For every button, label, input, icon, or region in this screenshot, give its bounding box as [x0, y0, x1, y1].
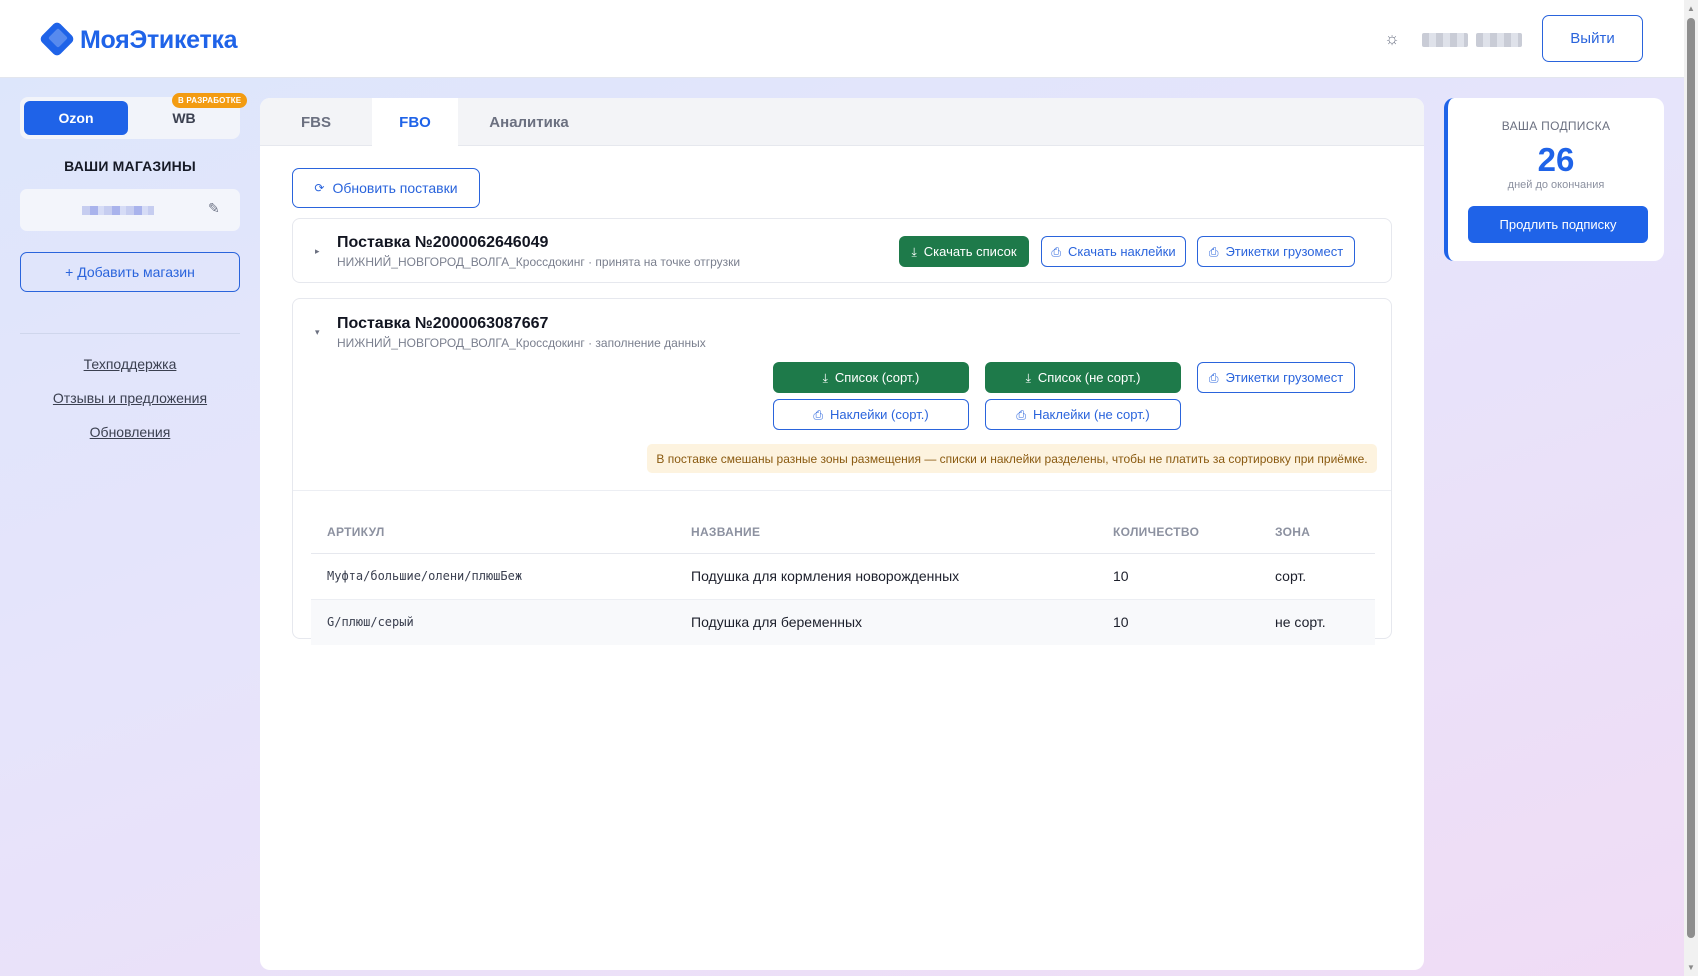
- supply-subtitle: НИЖНИЙ_НОВГОРОД_ВОЛГА_Кроссдокинг · прин…: [337, 255, 741, 269]
- printer-icon: ⎙: [1208, 370, 1219, 385]
- download-labels-button[interactable]: ⎙ Скачать наклейки: [1041, 236, 1186, 267]
- store-name-blurred: [82, 206, 154, 215]
- scroll-down-icon[interactable]: ▼: [1687, 963, 1695, 972]
- sidebar-divider: [20, 333, 240, 334]
- cell-sku: Муфта/большие/олени/плюшБеж: [311, 553, 675, 600]
- supply-items-table: АРТИКУЛ НАЗВАНИЕ КОЛИЧЕСТВО ЗОНА Муфта/б…: [311, 511, 1375, 645]
- download-icon: ⤓: [822, 370, 828, 385]
- mixed-zones-warning: В поставке смешаны разные зоны размещени…: [647, 444, 1377, 473]
- cell-sku: G/плюш/серый: [311, 599, 675, 645]
- labels-sorted-label: Наклейки (сорт.): [829, 407, 929, 422]
- supply-card: ▾ Поставка №2000063087667 НИЖНИЙ_НОВГОРО…: [292, 298, 1392, 645]
- tab-fbo[interactable]: FBO: [372, 98, 458, 147]
- subscription-card: ВАША ПОДПИСКА 26 дней до окончания Продл…: [1444, 98, 1664, 261]
- list-sorted-button[interactable]: ⤓ Список (сорт.): [773, 362, 969, 393]
- extend-subscription-button[interactable]: Продлить подписку: [1468, 206, 1648, 243]
- user-name-blurred: [1422, 33, 1534, 47]
- printer-icon: ⎙: [1208, 244, 1219, 259]
- table-row: Муфта/большие/олени/плюшБеж Подушка для …: [311, 553, 1375, 600]
- supply-title[interactable]: Поставка №2000062646049: [337, 234, 548, 252]
- refresh-supplies-label: Обновить поставки: [332, 180, 458, 196]
- subscription-days-label: дней до окончания: [1507, 179, 1605, 191]
- scroll-up-icon[interactable]: ▲: [1687, 4, 1695, 13]
- sidebar-link-updates[interactable]: Обновления: [20, 424, 240, 440]
- cell-quantity: 10: [1097, 599, 1259, 645]
- printer-icon: ⎙: [813, 407, 823, 422]
- caret-down-icon[interactable]: ▾: [315, 327, 320, 338]
- cargo-labels-label: Этикетки грузомест: [1225, 244, 1344, 259]
- caret-right-icon[interactable]: ▸: [315, 246, 320, 257]
- supply-subtitle: НИЖНИЙ_НОВГОРОД_ВОЛГА_Кроссдокинг · запо…: [337, 336, 706, 350]
- tab-fbs[interactable]: FBS: [260, 98, 372, 146]
- cell-zone: не сорт.: [1259, 599, 1375, 645]
- page-scrollbar[interactable]: ▲ ▼: [1684, 0, 1698, 976]
- labels-unsorted-button[interactable]: ⎙ Наклейки (не сорт.): [985, 399, 1181, 430]
- column-header-zone: ЗОНА: [1259, 511, 1375, 554]
- table-row: G/плюш/серый Подушка для беременных 10 н…: [311, 599, 1375, 645]
- list-sorted-label: Список (сорт.): [834, 370, 920, 385]
- labels-sorted-button[interactable]: ⎙ Наклейки (сорт.): [773, 399, 969, 430]
- download-list-button[interactable]: ⤓ Скачать список: [899, 236, 1029, 267]
- sidebar-link-support[interactable]: Техподдержка: [20, 356, 240, 372]
- main-panel: FBS FBO Аналитика ⟳ Обновить поставки ▸ …: [260, 98, 1424, 970]
- supply-divider: [293, 490, 1391, 491]
- cargo-labels-button[interactable]: ⎙ Этикетки грузомест: [1197, 362, 1355, 393]
- table-header-row: АРТИКУЛ НАЗВАНИЕ КОЛИЧЕСТВО ЗОНА: [311, 511, 1375, 554]
- logo-icon: [38, 20, 76, 58]
- column-header-sku: АРТИКУЛ: [311, 511, 675, 554]
- subscription-label: ВАША ПОДПИСКА: [1501, 119, 1611, 133]
- list-unsorted-button[interactable]: ⤓ Список (не сорт.): [985, 362, 1181, 393]
- column-header-quantity: КОЛИЧЕСТВО: [1097, 511, 1259, 554]
- sidebar-link-feedback[interactable]: Отзывы и предложения: [20, 390, 240, 406]
- download-icon: ⤓: [911, 244, 917, 259]
- cargo-labels-button[interactable]: ⎙ Этикетки грузомест: [1197, 236, 1355, 267]
- column-header-name: НАЗВАНИЕ: [675, 511, 1097, 554]
- refresh-icon: ⟳: [314, 181, 325, 195]
- download-list-label: Скачать список: [923, 244, 1017, 259]
- marketplace-tab-ozon[interactable]: Ozon: [24, 101, 128, 135]
- cell-name: Подушка для беременных: [675, 599, 1097, 645]
- list-unsorted-label: Список (не сорт.): [1037, 370, 1141, 385]
- pencil-icon[interactable]: ✎: [208, 200, 220, 217]
- add-store-button[interactable]: + Добавить магазин: [20, 252, 240, 292]
- scrollbar-thumb[interactable]: [1687, 18, 1695, 938]
- tab-analytics[interactable]: Аналитика: [458, 98, 600, 146]
- download-icon: ⤓: [1025, 370, 1031, 385]
- cell-quantity: 10: [1097, 553, 1259, 600]
- printer-icon: ⎙: [1016, 407, 1026, 422]
- top-header: МояЭтикетка ☼ Выйти: [0, 0, 1684, 78]
- labels-unsorted-label: Наклейки (не сорт.): [1032, 407, 1150, 422]
- subscription-days: 26: [1537, 141, 1575, 178]
- logout-button[interactable]: Выйти: [1542, 15, 1643, 62]
- stores-title: ВАШИ МАГАЗИНЫ: [64, 158, 196, 174]
- supply-card: ▸ Поставка №2000062646049 НИЖНИЙ_НОВГОРО…: [292, 218, 1392, 283]
- brand-name: МояЭтикетка: [80, 25, 238, 54]
- supply-title[interactable]: Поставка №2000063087667: [337, 315, 548, 333]
- cell-name: Подушка для кормления новорожденных: [675, 553, 1097, 600]
- in-development-badge: В РАЗРАБОТКЕ: [172, 93, 248, 108]
- cell-zone: сорт.: [1259, 553, 1375, 600]
- store-item[interactable]: ✎: [20, 189, 240, 231]
- brand-logo[interactable]: МояЭтикетка: [38, 20, 238, 58]
- refresh-supplies-button[interactable]: ⟳ Обновить поставки: [292, 168, 480, 208]
- sun-icon[interactable]: ☼: [1382, 29, 1402, 49]
- cargo-labels-label: Этикетки грузомест: [1225, 370, 1344, 385]
- printer-icon: ⎙: [1051, 244, 1061, 259]
- fulfillment-tabs: FBS FBO Аналитика: [260, 98, 1424, 147]
- download-labels-label: Скачать наклейки: [1067, 244, 1176, 259]
